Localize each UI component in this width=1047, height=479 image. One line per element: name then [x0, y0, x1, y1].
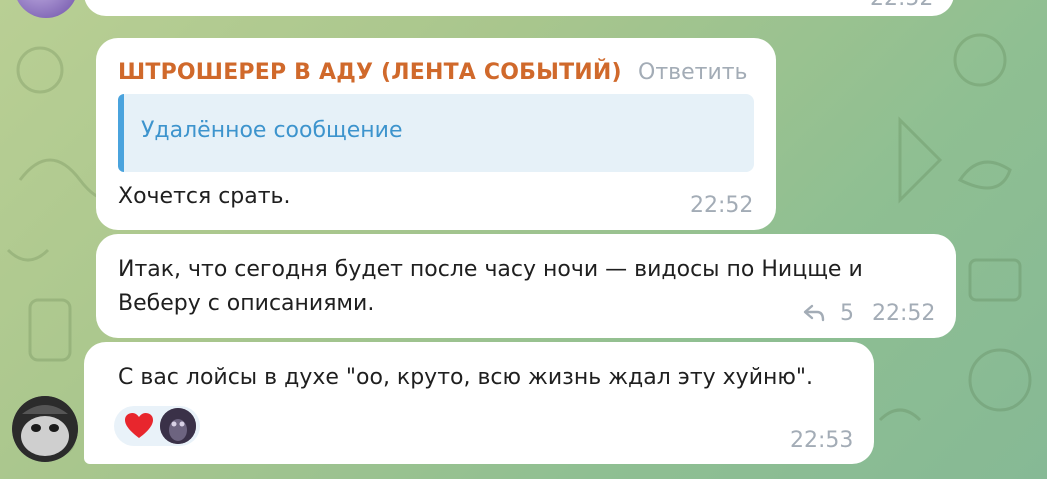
- reply-quote[interactable]: Удалённое сообщение: [118, 94, 754, 172]
- sender-avatar[interactable]: [12, 396, 78, 462]
- message-text: С вас лойсы в духе "оо, круто, всю жизнь…: [118, 365, 814, 390]
- message-time: 22:52: [690, 193, 754, 218]
- reaction-heart[interactable]: [114, 406, 200, 446]
- quote-text: Удалённое сообщение: [141, 118, 403, 143]
- message-time: 22:52: [872, 301, 936, 326]
- heart-icon: [124, 412, 154, 444]
- reply-arrow-icon[interactable]: [802, 302, 826, 324]
- reply-button[interactable]: Ответить: [638, 60, 748, 85]
- message-time: 22:53: [790, 428, 854, 453]
- message-bubble-2[interactable]: Итак, что сегодня будет после часу ночи …: [96, 234, 956, 338]
- message-bubble-previous[interactable]: 22:52: [84, 0, 954, 16]
- quote-accent-bar: [118, 94, 124, 172]
- message-bubble-1[interactable]: ШТРОШЕРЕР В АДУ (ЛЕНТА СОБЫТИЙ) Ответить…: [96, 38, 776, 230]
- reply-count[interactable]: 5: [840, 301, 854, 326]
- message-time: 22:52: [870, 0, 933, 11]
- sender-name[interactable]: ШТРОШЕРЕР В АДУ (ЛЕНТА СОБЫТИЙ): [118, 60, 622, 85]
- reaction-user-avatar: [160, 408, 196, 444]
- message-text-line-2: Веберу с описаниями.: [118, 291, 375, 316]
- message-text-line-1: Итак, что сегодня будет после часу ночи …: [118, 257, 863, 282]
- message-text: Хочется срать.: [118, 184, 291, 209]
- message-bubble-3[interactable]: С вас лойсы в духе "оо, круто, всю жизнь…: [84, 342, 874, 464]
